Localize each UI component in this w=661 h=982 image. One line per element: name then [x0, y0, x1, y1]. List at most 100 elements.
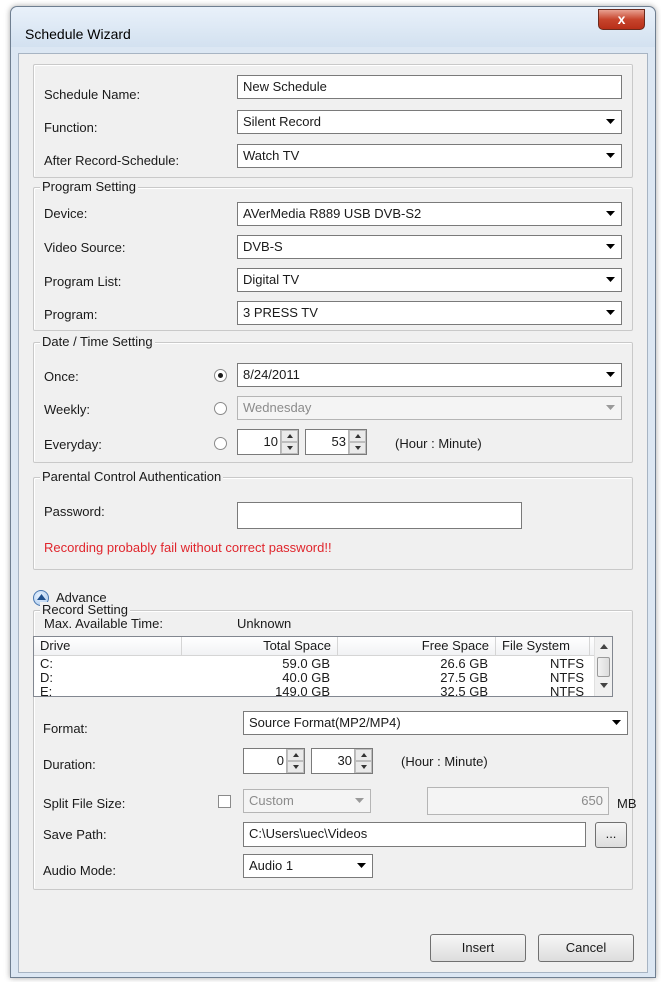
function-label: Function:: [44, 120, 98, 135]
spinner-buttons: [286, 749, 304, 773]
free-space-cell: 32.5 GB: [440, 684, 488, 697]
chevron-down-icon[interactable]: [601, 236, 621, 258]
spin-up-icon[interactable]: [349, 430, 366, 442]
chevron-down-icon[interactable]: [601, 302, 621, 324]
column-drive[interactable]: Drive: [34, 637, 182, 656]
table-scrollbar[interactable]: [594, 637, 612, 696]
spinner-buttons: [354, 749, 372, 773]
once-date-select[interactable]: 8/24/2011: [237, 363, 622, 387]
max-available-time-label: Max. Available Time:: [44, 616, 163, 631]
spinner-buttons: [348, 430, 366, 454]
chevron-down-icon[interactable]: [601, 397, 621, 419]
video-source-select-value: DVB-S: [243, 239, 283, 254]
spin-down-icon[interactable]: [355, 761, 372, 773]
everyday-hint: (Hour : Minute): [395, 436, 482, 451]
video-source-select[interactable]: DVB-S: [237, 235, 622, 259]
format-label: Format:: [43, 721, 88, 736]
drive-table[interactable]: Drive Total Space Free Space File System…: [33, 636, 613, 697]
everyday-minute-value: 53: [331, 434, 346, 449]
spin-down-icon[interactable]: [281, 442, 298, 454]
password-input[interactable]: [237, 502, 522, 529]
spin-down-icon[interactable]: [349, 442, 366, 454]
chevron-down-icon[interactable]: [601, 269, 621, 291]
spin-up-icon[interactable]: [281, 430, 298, 442]
audio-mode-select[interactable]: Audio 1: [243, 854, 373, 878]
file-system-cell: NTFS: [550, 670, 584, 685]
chevron-down-icon[interactable]: [601, 364, 621, 386]
weekly-day-select[interactable]: Wednesday: [237, 396, 622, 420]
drive-cell: C:: [40, 656, 53, 671]
function-select-value: Silent Record: [243, 114, 322, 129]
save-path-label: Save Path:: [43, 827, 107, 842]
duration-minute-spinner[interactable]: 30: [311, 748, 373, 774]
split-mode-select[interactable]: Custom: [243, 789, 371, 813]
after-record-label: After Record-Schedule:: [44, 153, 180, 168]
program-setting-group: Program Setting Device: AVerMedia R889 U…: [33, 179, 633, 331]
scroll-down-icon[interactable]: [600, 683, 608, 688]
drive-table-header: Drive Total Space Free Space File System: [34, 637, 594, 656]
spin-down-icon[interactable]: [287, 761, 304, 773]
table-row[interactable]: D: 40.0 GB 27.5 GB NTFS: [34, 671, 594, 685]
split-size-unit: MB: [617, 796, 637, 811]
program-list-select[interactable]: Digital TV: [237, 268, 622, 292]
parental-control-group: Parental Control Authentication Password…: [33, 469, 633, 570]
weekly-radio[interactable]: [214, 402, 227, 415]
duration-hour-spinner[interactable]: 0: [243, 748, 305, 774]
function-select[interactable]: Silent Record: [237, 110, 622, 134]
program-select[interactable]: 3 PRESS TV: [237, 301, 622, 325]
chevron-down-icon[interactable]: [601, 111, 621, 133]
free-space-cell: 26.6 GB: [440, 656, 488, 671]
password-label: Password:: [44, 504, 105, 519]
chevron-down-icon[interactable]: [601, 203, 621, 225]
insert-button[interactable]: Insert: [430, 934, 526, 962]
scroll-up-icon[interactable]: [600, 644, 608, 649]
column-total-space[interactable]: Total Space: [182, 637, 338, 656]
chevron-down-icon[interactable]: [352, 855, 372, 877]
everyday-label: Everyday:: [44, 437, 102, 452]
table-row[interactable]: E: 149.0 GB 32.5 GB NTFS: [34, 685, 594, 697]
schedule-name-input[interactable]: New Schedule: [237, 75, 622, 99]
chevron-down-icon[interactable]: [601, 145, 621, 167]
program-setting-legend: Program Setting: [40, 179, 138, 195]
duration-hour-value: 0: [276, 753, 284, 768]
file-system-cell: NTFS: [550, 684, 584, 697]
total-space-cell: 40.0 GB: [282, 670, 330, 685]
save-path-input[interactable]: C:\Users\uec\Videos: [243, 822, 586, 847]
split-size-input[interactable]: 650: [427, 787, 609, 815]
once-label: Once:: [44, 369, 79, 384]
video-source-label: Video Source:: [44, 240, 126, 255]
column-file-system[interactable]: File System: [496, 637, 590, 656]
program-list-select-value: Digital TV: [243, 272, 300, 287]
weekly-day-value: Wednesday: [243, 400, 312, 415]
title-bar[interactable]: Schedule Wizard x: [11, 7, 655, 47]
max-available-time-value: Unknown: [237, 616, 292, 631]
split-file-size-checkbox[interactable]: [218, 795, 231, 808]
parental-control-legend: Parental Control Authentication: [40, 469, 224, 485]
after-record-select-value: Watch TV: [243, 148, 300, 163]
table-row[interactable]: C: 59.0 GB 26.6 GB NTFS: [34, 657, 594, 671]
duration-label: Duration:: [43, 757, 96, 772]
everyday-minute-spinner[interactable]: 53: [305, 429, 367, 455]
everyday-hour-spinner[interactable]: 10: [237, 429, 299, 455]
close-button[interactable]: x: [598, 9, 645, 30]
spin-up-icon[interactable]: [355, 749, 372, 761]
dialog-body: Schedule Name: New Schedule Function: Si…: [18, 53, 648, 973]
chevron-down-icon[interactable]: [607, 712, 627, 734]
drive-cell: E:: [40, 684, 53, 697]
password-warning: Recording probably fail without correct …: [44, 540, 332, 555]
after-record-select[interactable]: Watch TV: [237, 144, 622, 168]
chevron-down-icon[interactable]: [350, 790, 370, 812]
format-select[interactable]: Source Format(MP2/MP4): [243, 711, 628, 735]
cancel-button[interactable]: Cancel: [538, 934, 634, 962]
scrollbar-thumb[interactable]: [597, 657, 610, 677]
everyday-radio[interactable]: [214, 437, 227, 450]
column-free-space[interactable]: Free Space: [338, 637, 496, 656]
device-select[interactable]: AVerMedia R889 USB DVB-S2: [237, 202, 622, 226]
spin-up-icon[interactable]: [287, 749, 304, 761]
audio-mode-value: Audio 1: [249, 858, 294, 873]
schedule-wizard-window: Schedule Wizard x Schedule Name: New Sch…: [10, 6, 656, 978]
total-space-cell: 149.0 GB: [275, 684, 330, 697]
once-radio[interactable]: [214, 369, 227, 382]
browse-button[interactable]: ...: [595, 822, 627, 848]
free-space-cell: 27.5 GB: [440, 670, 488, 685]
